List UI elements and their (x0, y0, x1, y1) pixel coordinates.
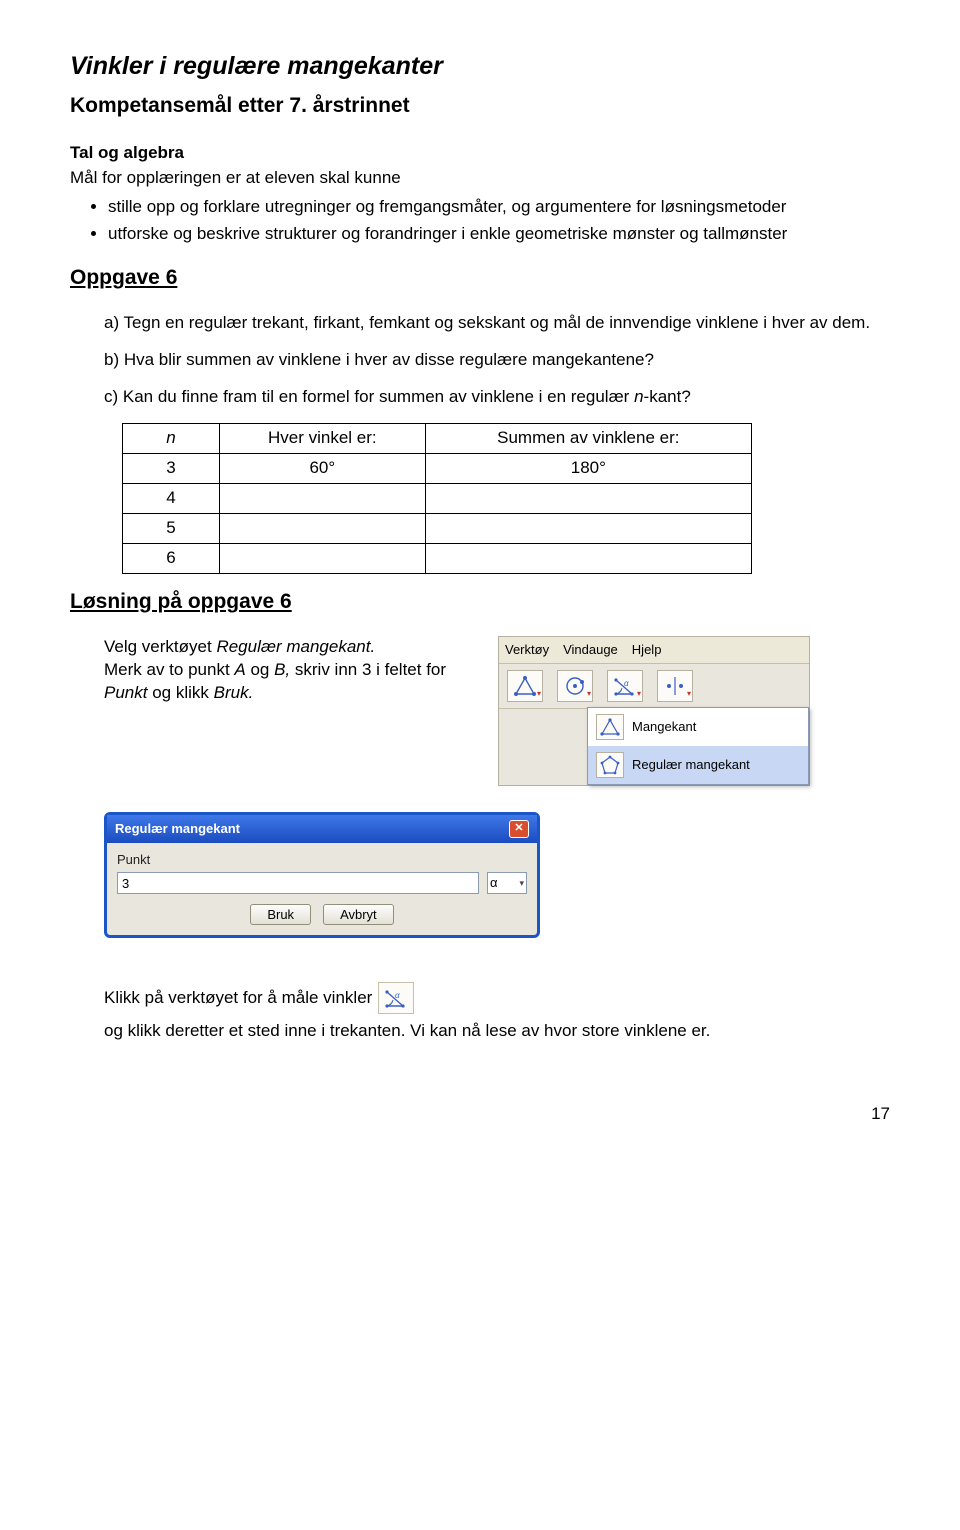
merk-a: A (234, 660, 245, 679)
polygon-icon (596, 714, 624, 740)
svg-text:α: α (624, 679, 629, 688)
chevron-down-icon: ▾ (687, 689, 691, 700)
tool-angle-icon[interactable]: α ▾ (607, 670, 643, 702)
section-heading: Tal og algebra (70, 142, 890, 165)
page-subtitle: Kompetansemål etter 7. årstrinnet (70, 92, 890, 120)
item-a: a) Tegn en regulær trekant, firkant, fem… (104, 312, 890, 335)
cell-sum: 180° (425, 453, 751, 483)
flyout-regular-mangekant[interactable]: Regulær mangekant (588, 746, 808, 784)
item-c-ital: n (634, 387, 643, 406)
cell-n: 6 (123, 543, 220, 573)
chevron-down-icon: ▾ (519, 877, 524, 889)
klikk-text-1: Klikk på verktøyet for å måle vinkler (104, 987, 372, 1010)
bullet-2: utforske og beskrive strukturer og foran… (108, 223, 890, 246)
cell-sum (425, 543, 751, 573)
merk-b: B, (274, 660, 290, 679)
menu-vindauge[interactable]: Vindauge (563, 641, 618, 659)
table-row: 4 (123, 483, 752, 513)
item-c: c) Kan du finne fram til en formel for s… (104, 386, 890, 409)
cell-sum (425, 513, 751, 543)
flyout-regular-label: Regulær mangekant (632, 756, 750, 774)
merk-punkt: Punkt (104, 683, 147, 702)
cell-n: 4 (123, 483, 220, 513)
table-row: 3 60° 180° (123, 453, 752, 483)
klikk-text-2: og klikk deretter et sted inne i trekant… (104, 1020, 710, 1043)
merk-bruk: Bruk. (214, 683, 254, 702)
th-n: n (123, 424, 220, 454)
menu-hjelp[interactable]: Hjelp (632, 641, 662, 659)
item-b: b) Hva blir summen av vinklene i hver av… (104, 349, 890, 372)
merk-m2: skriv inn 3 i feltet for (290, 660, 446, 679)
instruction-block: Velg verktøyet Regulær mangekant. Merk a… (70, 636, 474, 705)
regular-mangekant-dialog: Regulær mangekant ✕ Punkt α ▾ Bruk Avbry… (104, 812, 540, 939)
alpha-dropdown[interactable]: α ▾ (487, 872, 527, 894)
menu-verktoy[interactable]: Verktøy (505, 641, 549, 659)
velg-ital: Regulær mangekant. (216, 637, 375, 656)
table-row: 5 (123, 513, 752, 543)
cell-n: 3 (123, 453, 220, 483)
page-title: Vinkler i regulære mangekanter (70, 50, 890, 84)
table-row: 6 (123, 543, 752, 573)
dialog-title: Regulær mangekant (115, 820, 240, 838)
punkt-input[interactable] (117, 872, 479, 894)
velg-pre: Velg verktøyet (104, 637, 216, 656)
tool-circle-icon[interactable]: ▾ (557, 670, 593, 702)
item-c-pre: c) Kan du finne fram til en formel for s… (104, 387, 634, 406)
losning-heading: Løsning på oppgave 6 (70, 588, 890, 616)
close-icon[interactable]: ✕ (509, 820, 529, 838)
chevron-down-icon: ▾ (537, 689, 541, 700)
cell-sum (425, 483, 751, 513)
oppgave-heading: Oppgave 6 (70, 264, 890, 292)
alpha-label: α (490, 874, 498, 892)
merk-m1: og (246, 660, 274, 679)
angle-tool-icon[interactable]: α (378, 982, 414, 1014)
bullet-1: stille opp og forklare utregninger og fr… (108, 196, 890, 219)
tool-flyout: Mangekant Regulær mangekant (587, 707, 809, 785)
th-each: Hver vinkel er: (220, 424, 426, 454)
avbryt-button[interactable]: Avbryt (323, 904, 394, 925)
bruk-button[interactable]: Bruk (250, 904, 311, 925)
chevron-down-icon: ▾ (637, 689, 641, 700)
angle-table: n Hver vinkel er: Summen av vinklene er:… (122, 423, 752, 574)
flyout-mangekant-label: Mangekant (632, 718, 696, 736)
toolbar-window: Verktøy Vindauge Hjelp ▾ ▾ α ▾ ▾ (498, 636, 810, 786)
cell-each (220, 483, 426, 513)
tool-polygon-icon[interactable]: ▾ (507, 670, 543, 702)
merk-pre: Merk av to punkt (104, 660, 234, 679)
merk-m3: og klikk (147, 683, 213, 702)
cell-each: 60° (220, 453, 426, 483)
chevron-down-icon: ▾ (587, 689, 591, 700)
cell-n: 5 (123, 513, 220, 543)
dialog-punkt-label: Punkt (117, 851, 527, 869)
section-sub: Mål for opplæringen er at eleven skal ku… (70, 167, 890, 190)
tool-reflect-icon[interactable]: ▾ (657, 670, 693, 702)
item-c-post: -kant? (644, 387, 691, 406)
cell-each (220, 543, 426, 573)
svg-text:α: α (395, 991, 400, 1000)
page-number: 17 (70, 1103, 890, 1126)
th-sum: Summen av vinklene er: (425, 424, 751, 454)
flyout-mangekant[interactable]: Mangekant (588, 708, 808, 746)
cell-each (220, 513, 426, 543)
regular-polygon-icon (596, 752, 624, 778)
